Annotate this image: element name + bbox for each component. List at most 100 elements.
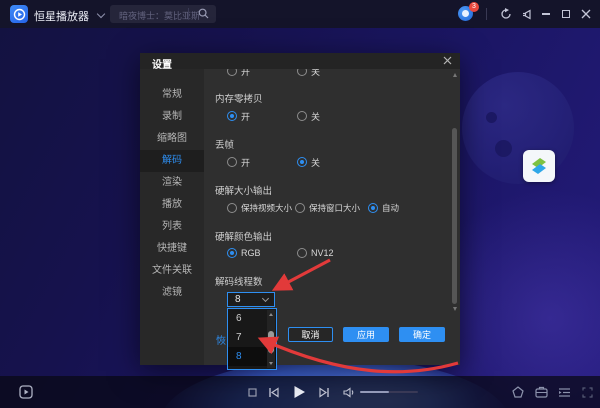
radio-label: 保持窗口大小: [309, 202, 360, 214]
fullscreen-icon[interactable]: [577, 376, 597, 408]
radio-icon: [227, 203, 237, 213]
radio-option[interactable]: 开: [227, 69, 297, 78]
sidebar-item[interactable]: 渲染: [140, 172, 204, 194]
dialog-header: 设置: [140, 53, 460, 69]
thread-count-dropdown: 678: [227, 308, 277, 370]
app-logo-icon[interactable]: [10, 5, 28, 23]
radio-icon: [297, 111, 307, 121]
radio-label: 关: [311, 69, 320, 78]
radio-label: 开: [241, 110, 250, 123]
chevron-down-icon[interactable]: [97, 10, 105, 18]
radio-option[interactable]: 关: [297, 156, 367, 169]
background-planet-illustration: [462, 72, 574, 184]
scroll-up-icon[interactable]: [269, 313, 273, 316]
radio-label: RGB: [241, 248, 261, 258]
radio-icon: [297, 248, 307, 258]
content-scrollbar[interactable]: [452, 71, 458, 311]
option-row: 保持视频大小 保持窗口大小 自动: [227, 202, 399, 214]
sidebar-item[interactable]: 解码: [140, 150, 204, 172]
play-icon[interactable]: [288, 376, 310, 408]
settings-dialog: 设置 常规录制缩略图解码渲染播放列表快捷键文件关联滤镜 开关 内存零拷贝开关丢帧…: [140, 53, 460, 365]
select-value: 8: [235, 294, 263, 305]
sidebar-item[interactable]: 常规: [140, 84, 204, 106]
toolbox-icon[interactable]: [531, 376, 551, 408]
notification-badge: 3: [469, 2, 479, 12]
titlebar-controls: 3: [458, 0, 600, 28]
option-row: RGB NV12: [227, 247, 367, 259]
cancel-button[interactable]: 取消: [288, 327, 333, 342]
dialog-sidebar: 常规录制缩略图解码渲染播放列表快捷键文件关联滤镜: [140, 69, 204, 365]
mini-player-icon[interactable]: [16, 376, 36, 408]
radio-label: 保持视频大小: [241, 202, 292, 214]
rotate-icon[interactable]: [508, 376, 528, 408]
sidebar-item[interactable]: 列表: [140, 216, 204, 238]
radio-label: 开: [241, 156, 250, 169]
radio-option[interactable]: 保持视频大小: [227, 202, 295, 214]
sidebar-item[interactable]: 录制: [140, 106, 204, 128]
s-logo-icon: [527, 154, 551, 178]
radio-icon: [295, 203, 305, 213]
previous-icon[interactable]: [263, 376, 283, 408]
dropdown-scrollbar[interactable]: [267, 310, 275, 368]
radio-label: 关: [311, 156, 320, 169]
radio-icon: [297, 157, 307, 167]
sidebar-item[interactable]: 缩略图: [140, 128, 204, 150]
radio-option[interactable]: 开: [227, 156, 297, 169]
desktop-app-icon[interactable]: [523, 150, 555, 182]
radio-option[interactable]: 自动: [368, 202, 399, 214]
playlist-icon[interactable]: [554, 376, 574, 408]
user-avatar[interactable]: 3: [458, 6, 474, 22]
scrollbar-thumb[interactable]: [268, 331, 274, 353]
sidebar-item[interactable]: 播放: [140, 194, 204, 216]
search-input[interactable]: 暗夜博士：莫比亚斯: [110, 5, 216, 23]
dialog-close-icon[interactable]: [443, 56, 452, 65]
scroll-down-icon[interactable]: [269, 362, 273, 365]
thread-count-label: 解码线程数: [215, 274, 263, 288]
sidebar-item[interactable]: 快捷键: [140, 238, 204, 260]
sidebar-item[interactable]: 文件关联: [140, 260, 204, 282]
radio-option[interactable]: 保持窗口大小: [295, 202, 368, 214]
minimize-button[interactable]: [536, 0, 556, 28]
announcement-icon[interactable]: [516, 0, 536, 28]
option-row: 开关: [227, 110, 367, 122]
sidebar-item[interactable]: 滤镜: [140, 282, 204, 304]
radio-option[interactable]: 开: [227, 110, 297, 123]
option-row: 开关: [227, 156, 367, 168]
maximize-button[interactable]: [556, 0, 576, 28]
radio-icon: [227, 69, 237, 76]
radio-option[interactable]: RGB: [227, 248, 297, 258]
divider: [188, 8, 189, 20]
ok-button[interactable]: 确定: [399, 327, 445, 342]
radio-option[interactable]: 关: [297, 110, 367, 123]
divider: [486, 8, 487, 20]
refresh-icon[interactable]: [496, 0, 516, 28]
radio-icon: [227, 111, 237, 121]
radio-label: 关: [311, 110, 320, 123]
section-label: 丢帧: [215, 137, 234, 151]
clipped-option-row: 开关: [227, 69, 367, 77]
radio-icon: [227, 248, 237, 258]
next-icon[interactable]: [314, 376, 334, 408]
section-label: 硬解大小输出: [215, 183, 272, 197]
planet-crater: [486, 112, 497, 123]
scroll-up-icon[interactable]: [453, 73, 457, 77]
section-label: 内存零拷贝: [215, 91, 263, 105]
radio-option[interactable]: 关: [297, 69, 367, 78]
radio-label: 自动: [382, 202, 399, 214]
thread-count-select[interactable]: 8: [227, 292, 275, 307]
radio-icon: [297, 69, 307, 76]
player-bar: [0, 376, 600, 408]
radio-icon: [227, 157, 237, 167]
close-button[interactable]: [576, 0, 596, 28]
radio-label: NV12: [311, 248, 334, 258]
volume-slider[interactable]: [360, 391, 418, 393]
search-icon[interactable]: [198, 8, 209, 19]
volume-icon[interactable]: [340, 376, 358, 408]
scrollbar-thumb[interactable]: [452, 128, 457, 304]
scroll-down-icon[interactable]: [453, 307, 457, 311]
radio-icon: [368, 203, 378, 213]
stop-icon[interactable]: [243, 376, 261, 408]
radio-option[interactable]: NV12: [297, 248, 367, 258]
restore-default-link[interactable]: 恢: [216, 332, 226, 347]
apply-button[interactable]: 应用: [343, 327, 389, 342]
